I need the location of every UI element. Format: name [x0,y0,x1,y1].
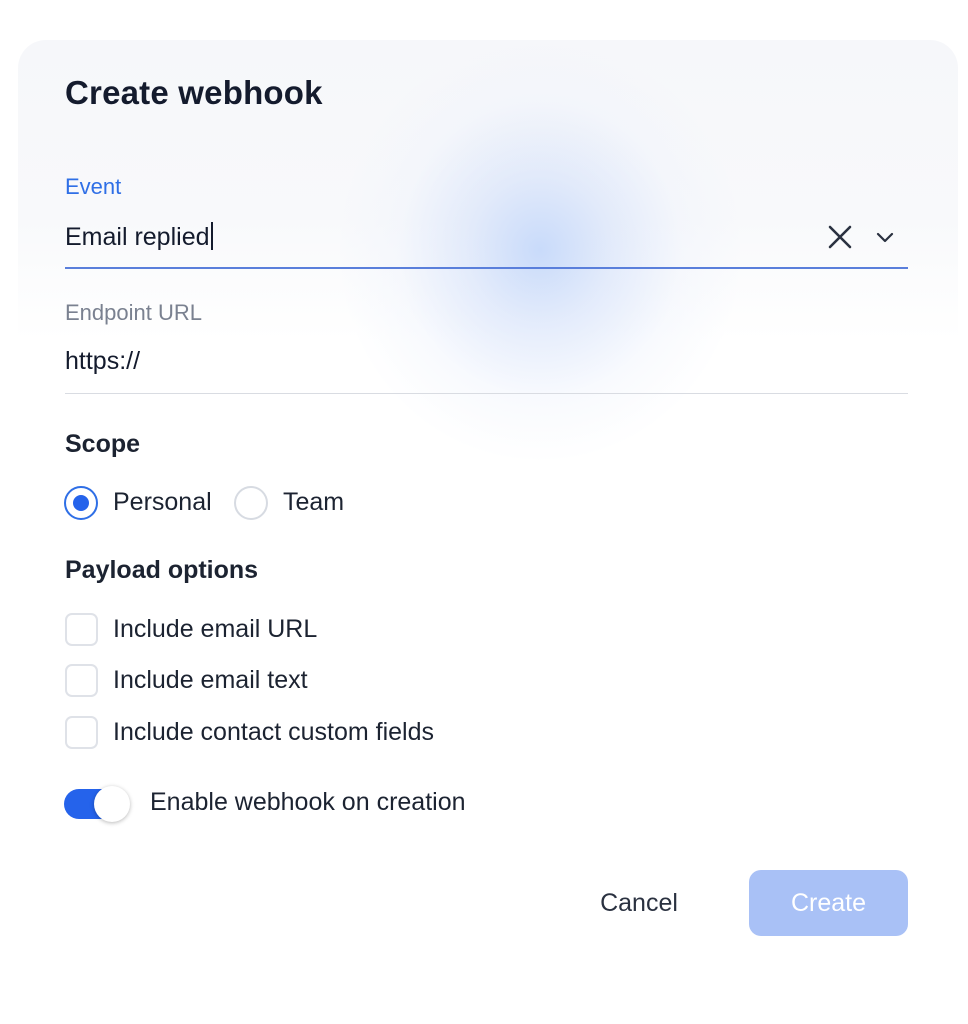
checkbox-include-email-url[interactable] [65,613,98,646]
endpoint-url-underline [65,393,908,394]
endpoint-url-input[interactable]: https:// [65,347,140,376]
scope-label-personal[interactable]: Personal [113,488,212,517]
event-field-value: Email replied [65,223,210,251]
event-field-input[interactable]: Email replied [65,222,213,252]
dialog-title: Create webhook [65,74,323,111]
enable-webhook-toggle[interactable] [64,786,130,822]
scope-radio-team[interactable] [234,486,268,520]
event-dropdown-button[interactable] [868,220,902,254]
payload-options-heading: Payload options [65,556,259,584]
event-field-underline [65,267,908,269]
text-caret [210,222,213,250]
enable-webhook-label[interactable]: Enable webhook on creation [150,788,466,817]
label-include-contact-custom-fields[interactable]: Include contact custom fields [113,718,434,747]
event-field-label: Event [65,174,122,199]
scope-radio-personal[interactable] [64,486,98,520]
label-include-email-url[interactable]: Include email URL [113,615,317,644]
checkbox-include-contact-custom-fields[interactable] [65,716,98,749]
chevron-down-icon [876,232,894,243]
endpoint-url-label: Endpoint URL [65,300,202,325]
scope-label-team[interactable]: Team [283,488,344,517]
clear-icon[interactable] [823,220,857,254]
toggle-knob [94,786,130,822]
checkbox-include-email-text[interactable] [65,664,98,697]
cancel-button[interactable]: Cancel [572,871,706,935]
create-button[interactable]: Create [749,870,908,936]
radio-selected-dot [73,495,89,511]
label-include-email-text[interactable]: Include email text [113,666,308,695]
dialog-content: Create webhook Event Email replied Endpo… [0,0,968,1024]
close-icon [828,225,852,249]
scope-heading: Scope [65,430,141,458]
